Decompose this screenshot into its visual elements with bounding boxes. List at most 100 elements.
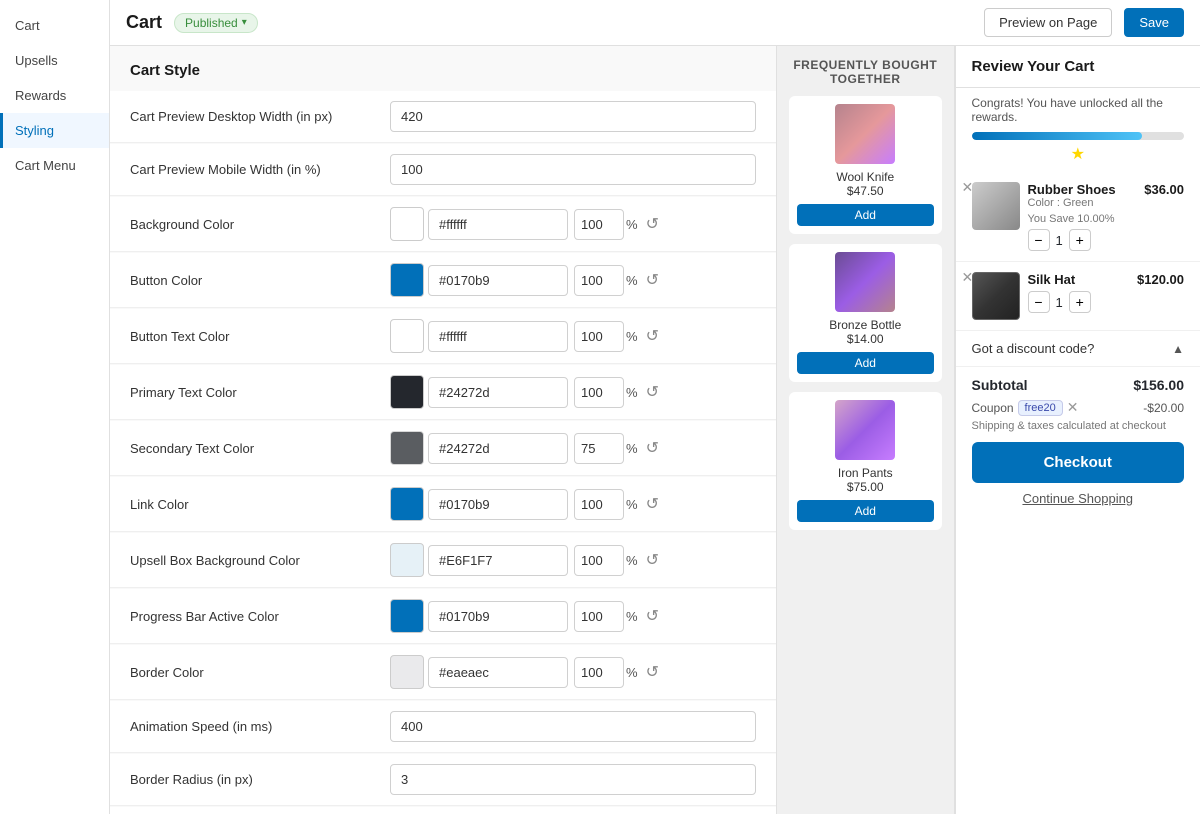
secondary-text-color-pct[interactable] — [574, 433, 624, 464]
border-radius-row: Border Radius (in px) — [110, 754, 776, 806]
save-button[interactable]: Save — [1124, 8, 1184, 37]
discount-chevron-icon: ▲ — [1172, 342, 1184, 356]
preview-button[interactable]: Preview on Page — [984, 8, 1112, 37]
shipping-note: Shipping & taxes calculated at checkout — [972, 420, 1185, 432]
silk-hat-details: Silk Hat − 1 + — [1028, 272, 1130, 313]
progress-bar-reset-icon[interactable]: ↺ — [646, 606, 659, 626]
silk-hat-image — [972, 272, 1020, 320]
sidebar-item-rewards[interactable]: Rewards — [0, 78, 109, 113]
content-row: Cart Style Cart Preview Desktop Width (i… — [110, 46, 1200, 814]
primary-text-pct-label: % — [626, 385, 638, 400]
primary-text-reset-icon[interactable]: ↺ — [646, 382, 659, 402]
button-reset-icon[interactable]: ↺ — [646, 270, 659, 290]
button-text-color-swatch[interactable] — [390, 319, 424, 353]
background-color-label: Background Color — [130, 217, 390, 232]
link-color-swatch[interactable] — [390, 487, 424, 521]
upsell-bg-pct-label: % — [626, 553, 638, 568]
primary-text-color-pct[interactable] — [574, 377, 624, 408]
link-pct-label: % — [626, 497, 638, 512]
button-text-color-hex[interactable] — [428, 321, 568, 352]
sidebar-item-cart[interactable]: Cart — [0, 8, 109, 43]
subtotal-row: Subtotal $156.00 — [972, 377, 1185, 393]
cart-panel: Review Your Cart Congrats! You have unlo… — [955, 46, 1200, 814]
button-color-label: Button Color — [130, 273, 390, 288]
link-reset-icon[interactable]: ↺ — [646, 494, 659, 514]
mobile-width-row: Cart Preview Mobile Width (in %) — [110, 144, 776, 196]
border-reset-icon[interactable]: ↺ — [646, 662, 659, 682]
sidebar-item-styling[interactable]: Styling — [0, 113, 109, 148]
remove-rubber-shoes-icon[interactable]: ✕ — [962, 180, 974, 194]
link-color-row: Link Color % ↺ — [110, 477, 776, 532]
button-color-row: Button Color % ↺ — [110, 253, 776, 308]
bronze-add-button[interactable]: Add — [797, 352, 933, 374]
subtotal-value: $156.00 — [1133, 377, 1184, 393]
iron-product-image — [835, 400, 895, 460]
button-text-pct-label: % — [626, 329, 638, 344]
silk-hat-qty-decrease[interactable]: − — [1028, 291, 1050, 313]
progress-bar-color-swatch[interactable] — [390, 599, 424, 633]
coupon-remove-icon[interactable]: ✕ — [1067, 399, 1079, 416]
iron-add-button[interactable]: Add — [797, 500, 933, 522]
link-color-pct[interactable] — [574, 489, 624, 520]
discount-toggle[interactable]: Got a discount code? ▲ — [972, 341, 1185, 356]
badge-chevron-icon: ▾ — [242, 17, 247, 28]
secondary-text-color-hex[interactable] — [428, 433, 568, 464]
border-color-hex[interactable] — [428, 657, 568, 688]
background-color-row: Background Color % ↺ — [110, 197, 776, 252]
button-color-pct[interactable] — [574, 265, 624, 296]
background-reset-icon[interactable]: ↺ — [646, 214, 659, 234]
background-color-pct[interactable] — [574, 209, 624, 240]
sidebar-item-cart-menu[interactable]: Cart Menu — [0, 148, 109, 183]
secondary-text-color-swatch[interactable] — [390, 431, 424, 465]
progress-bar-container — [972, 132, 1185, 140]
rubber-shoes-save: You Save 10.00% — [1028, 213, 1137, 225]
upsell-bg-reset-icon[interactable]: ↺ — [646, 550, 659, 570]
border-radius-label: Border Radius (in px) — [130, 772, 390, 787]
primary-text-color-hex[interactable] — [428, 377, 568, 408]
main-area: Cart Published ▾ Preview on Page Save Ca… — [110, 0, 1200, 814]
cart-item-rubber-shoes: ✕ Rubber Shoes Color : Green You Save 10… — [956, 172, 1200, 262]
border-color-swatch[interactable] — [390, 655, 424, 689]
published-badge[interactable]: Published ▾ — [174, 13, 258, 33]
button-color-hex[interactable] — [428, 265, 568, 296]
coupon-row: Coupon free20 ✕ -$20.00 — [972, 399, 1185, 416]
discount-section: Got a discount code? ▲ — [956, 331, 1200, 367]
cart-congrats-text: Congrats! You have unlocked all the rewa… — [956, 88, 1200, 132]
remove-silk-hat-icon[interactable]: ✕ — [962, 270, 974, 284]
upsell-bg-color-swatch[interactable] — [390, 543, 424, 577]
continue-shopping-link[interactable]: Continue Shopping — [972, 491, 1185, 506]
upsell-bg-color-pct[interactable] — [574, 545, 624, 576]
mobile-width-input[interactable] — [390, 154, 756, 185]
silk-hat-qty-increase[interactable]: + — [1069, 291, 1091, 313]
checkout-button[interactable]: Checkout — [972, 442, 1185, 483]
background-color-swatch[interactable] — [390, 207, 424, 241]
secondary-text-reset-icon[interactable]: ↺ — [646, 438, 659, 458]
silk-hat-qty: − 1 + — [1028, 291, 1130, 313]
background-color-hex[interactable] — [428, 209, 568, 240]
upsell-bg-color-hex[interactable] — [428, 545, 568, 576]
primary-text-color-swatch[interactable] — [390, 375, 424, 409]
sidebar-item-upsells[interactable]: Upsells — [0, 43, 109, 78]
font-family-row: Font Family (Optional) — [110, 807, 776, 814]
border-color-row: Border Color % ↺ — [110, 645, 776, 700]
button-text-color-pct[interactable] — [574, 321, 624, 352]
button-color-swatch[interactable] — [390, 263, 424, 297]
link-color-hex[interactable] — [428, 489, 568, 520]
animation-speed-input[interactable] — [390, 711, 756, 742]
progress-bar-color-hex[interactable] — [428, 601, 568, 632]
border-color-pct[interactable] — [574, 657, 624, 688]
border-radius-input[interactable] — [390, 764, 756, 795]
wool-add-button[interactable]: Add — [797, 204, 933, 226]
progress-bar-pct-label: % — [626, 609, 638, 624]
primary-text-color-label: Primary Text Color — [130, 385, 390, 400]
wool-product-name: Wool Knife — [797, 170, 933, 184]
rubber-shoes-qty-decrease[interactable]: − — [1028, 229, 1050, 251]
desktop-width-input[interactable] — [390, 101, 756, 132]
rubber-shoes-qty-increase[interactable]: + — [1069, 229, 1091, 251]
mobile-width-label: Cart Preview Mobile Width (in %) — [130, 162, 390, 177]
cart-title: Review Your Cart — [956, 46, 1200, 88]
secondary-text-color-label: Secondary Text Color — [130, 441, 390, 456]
silk-hat-name: Silk Hat — [1028, 272, 1130, 287]
progress-bar-color-pct[interactable] — [574, 601, 624, 632]
button-text-reset-icon[interactable]: ↺ — [646, 326, 659, 346]
